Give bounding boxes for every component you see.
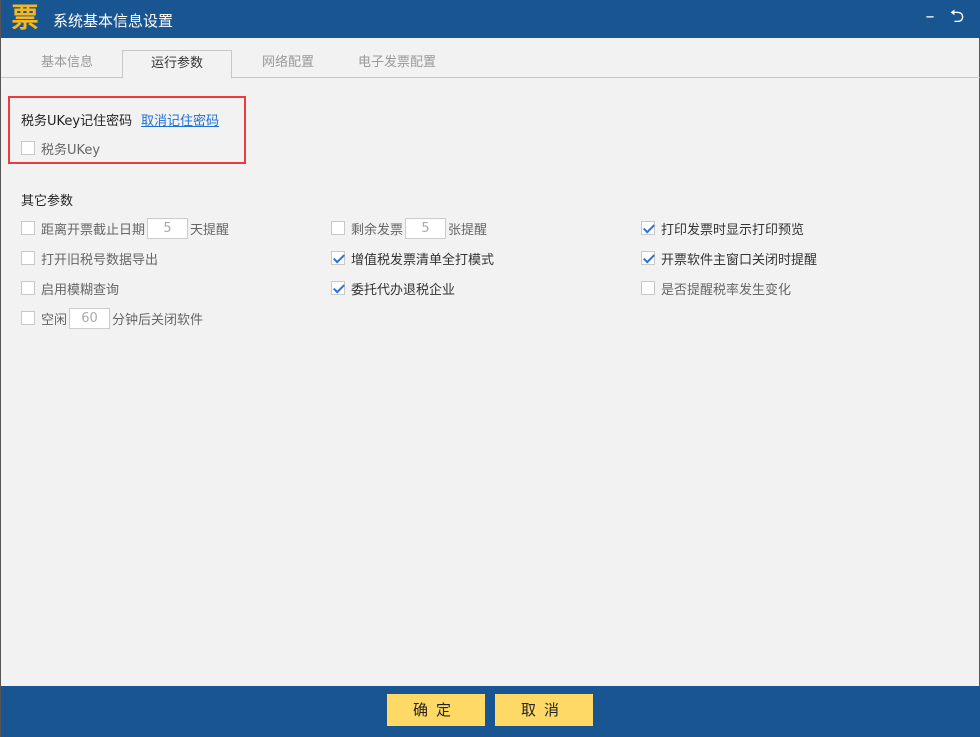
- refund-option[interactable]: 委托代办退税企业: [331, 278, 455, 298]
- cancel-button[interactable]: 取消: [495, 694, 593, 726]
- ukey-checkbox-label: 税务UKey: [41, 142, 101, 158]
- idle-option: 空闲 60 分钟后关闭软件: [21, 307, 204, 329]
- ukey-password-label: 税务UKey记住密码: [21, 114, 133, 129]
- remaining-count-input[interactable]: 5: [405, 217, 447, 239]
- fuzzy-option[interactable]: 启用模糊查询: [21, 278, 119, 298]
- app-logo: 票: [11, 3, 39, 34]
- export-old-label: 打开旧税号数据导出: [41, 252, 159, 268]
- tab-basic-info[interactable]: 基本信息: [11, 50, 123, 78]
- vat-list-option[interactable]: 增值税发票清单全打模式: [331, 248, 494, 268]
- export-old-option[interactable]: 打开旧税号数据导出: [21, 248, 158, 268]
- fuzzy-checkbox[interactable]: [21, 281, 35, 295]
- tab-run-params[interactable]: 运行参数: [122, 50, 232, 79]
- tax-rate-option[interactable]: 是否提醒税率发生变化: [641, 278, 791, 298]
- idle-minutes-input[interactable]: 60: [69, 307, 111, 329]
- tab-e-invoice[interactable]: 电子发票配置: [341, 50, 453, 78]
- idle-checkbox[interactable]: [21, 311, 35, 325]
- export-old-checkbox[interactable]: [21, 251, 35, 265]
- footer: 确定 取消: [1, 686, 980, 737]
- ok-button[interactable]: 确定: [387, 694, 485, 726]
- refund-label: 委托代办退税企业: [351, 282, 456, 298]
- tax-rate-checkbox[interactable]: [641, 281, 655, 295]
- fuzzy-label: 启用模糊查询: [41, 282, 120, 298]
- cancel-remember-password-link[interactable]: 取消记住密码: [141, 110, 219, 129]
- tab-network[interactable]: 网络配置: [233, 50, 343, 78]
- tax-rate-label: 是否提醒税率发生变化: [661, 282, 792, 298]
- remaining-checkbox[interactable]: [331, 221, 345, 235]
- title-bar: 票 系统基本信息设置 – ⮌: [1, 0, 980, 38]
- print-preview-label: 打印发票时显示打印预览: [661, 222, 805, 238]
- close-remind-option[interactable]: 开票软件主窗口关闭时提醒: [641, 248, 817, 268]
- other-params-heading: 其它参数: [21, 194, 74, 209]
- remaining-label: 剩余发票: [351, 222, 404, 238]
- print-preview-option[interactable]: 打印发票时显示打印预览: [641, 218, 804, 238]
- close-remind-checkbox[interactable]: [641, 251, 655, 265]
- close-remind-label: 开票软件主窗口关闭时提醒: [661, 252, 818, 268]
- remaining-option: 剩余发票 5 张提醒: [331, 217, 488, 239]
- tab-bar: 基本信息 运行参数 网络配置 电子发票配置: [1, 38, 980, 79]
- deadline-option: 距离开票截止日期 5 天提醒: [21, 217, 230, 239]
- ukey-checkbox[interactable]: [21, 141, 35, 155]
- deadline-checkbox[interactable]: [21, 221, 35, 235]
- remaining-suffix: 张提醒: [448, 222, 488, 238]
- back-icon[interactable]: ⮌: [945, 6, 969, 30]
- ukey-option[interactable]: 税务UKey: [21, 138, 100, 158]
- deadline-label: 距离开票截止日期: [41, 222, 146, 238]
- deadline-suffix: 天提醒: [190, 222, 230, 238]
- idle-suffix: 分钟后关闭软件: [112, 312, 204, 328]
- window-title: 系统基本信息设置: [53, 12, 174, 30]
- vat-list-checkbox[interactable]: [331, 251, 345, 265]
- refund-checkbox[interactable]: [331, 281, 345, 295]
- minimize-button[interactable]: –: [921, 6, 939, 30]
- print-preview-checkbox[interactable]: [641, 221, 655, 235]
- deadline-days-input[interactable]: 5: [147, 217, 189, 239]
- vat-list-label: 增值税发票清单全打模式: [351, 252, 495, 268]
- idle-label: 空闲: [41, 312, 68, 328]
